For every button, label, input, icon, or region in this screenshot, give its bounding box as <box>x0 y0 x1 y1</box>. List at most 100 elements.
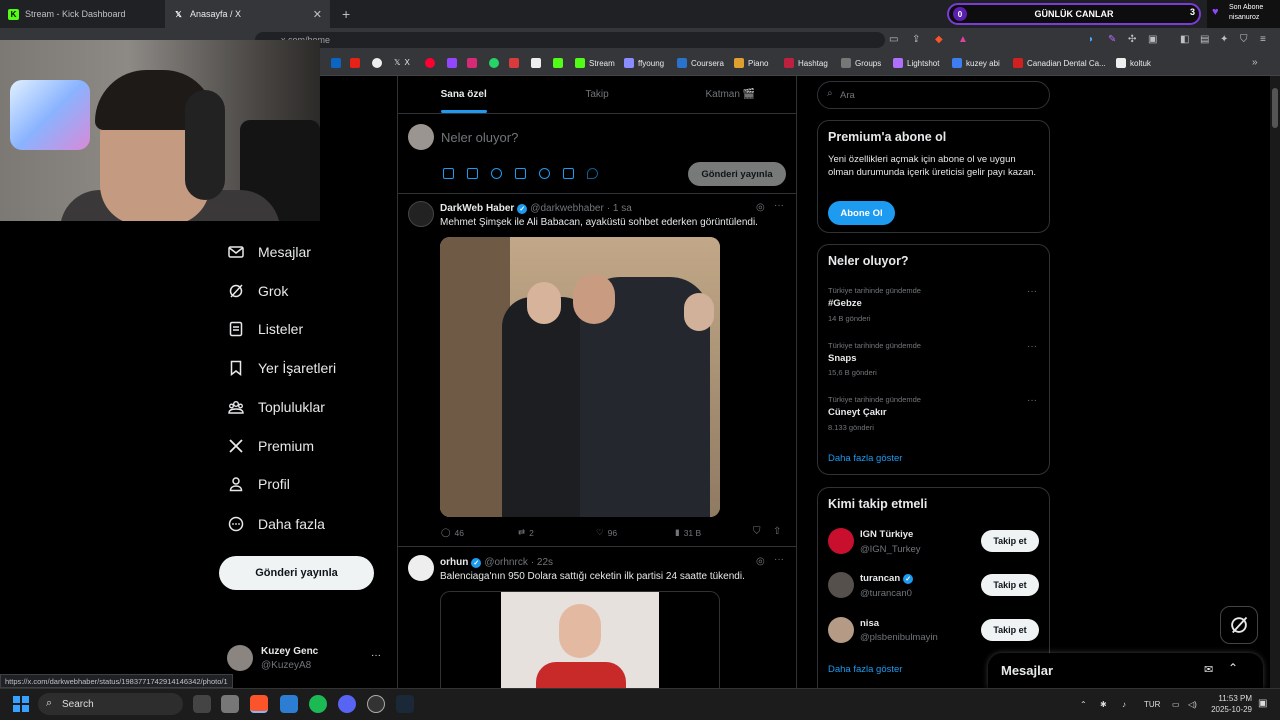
nav-communities[interactable]: Topluluklar <box>228 399 325 415</box>
volume-icon[interactable]: ◁) <box>1188 700 1197 709</box>
menu-icon[interactable]: ≡ <box>1260 34 1266 45</box>
bookmark-kuzey-abi[interactable]: kuzey abi <box>952 58 1000 68</box>
bookmark-post-icon[interactable]: ⛉ <box>753 526 761 537</box>
audio-icon[interactable]: ◗ <box>1088 34 1094 45</box>
sidebar-post-button[interactable]: Gönderi yayınla <box>219 556 374 590</box>
bookmark-groups[interactable]: Groups <box>841 58 881 68</box>
grok-explain-icon[interactable]: ◎ <box>756 202 765 213</box>
post-photo[interactable] <box>440 591 720 688</box>
bookmark-lightshot[interactable]: Lightshot <box>893 58 939 68</box>
install-icon[interactable]: ▭ <box>889 34 898 45</box>
follow-name[interactable]: nisa <box>860 618 879 629</box>
leo-ai-icon[interactable]: ✦ <box>1220 34 1228 45</box>
subscribe-button[interactable]: Abone Ol <box>828 201 895 225</box>
bookmark-whatsapp-icon[interactable] <box>489 58 499 68</box>
sidebar-toggle-icon[interactable]: ◧ <box>1180 34 1189 45</box>
bookmark-canadian-dental[interactable]: Canadian Dental Ca... <box>1013 58 1106 68</box>
scrollbar-thumb[interactable] <box>1272 88 1278 128</box>
nav-premium[interactable]: Premium <box>228 438 314 454</box>
taskbar-search[interactable]: ⌕ Search <box>38 693 183 715</box>
trend-more-icon[interactable]: ··· <box>1027 341 1037 352</box>
notifications-icon[interactable]: ▣ <box>1258 698 1267 709</box>
trend-more-icon[interactable]: ··· <box>1027 286 1037 297</box>
tab-kick-dashboard[interactable]: K Stream - Kick Dashboard <box>0 0 165 28</box>
search-input[interactable]: ⌕ Ara <box>817 81 1050 109</box>
bookmark-coursera[interactable]: Coursera <box>677 58 724 68</box>
nav-messages[interactable]: Mesajlar <box>228 244 311 260</box>
network-icon[interactable]: ▭ <box>1172 700 1180 709</box>
nav-profile[interactable]: Profil <box>228 476 290 492</box>
share-icon[interactable]: ⇪ <box>912 34 920 45</box>
bookmark-tumblr-icon[interactable] <box>509 58 519 68</box>
poll-icon[interactable] <box>515 168 526 179</box>
follow-button[interactable]: Takip et <box>981 530 1039 552</box>
task-view-icon[interactable] <box>193 695 211 713</box>
vpn-shield-icon[interactable]: ⛉ <box>1240 34 1248 45</box>
media-icon[interactable]: ▣ <box>1148 34 1157 45</box>
compose-input[interactable]: Neler oluyor? <box>441 130 518 145</box>
post-more-icon[interactable]: ··· <box>774 200 784 211</box>
extension-pen-icon[interactable]: ✎ <box>1108 34 1116 45</box>
emoji-icon[interactable] <box>539 168 550 179</box>
brave-icon[interactable] <box>250 695 268 713</box>
bookmark-stream[interactable]: Stream <box>575 58 615 68</box>
schedule-icon[interactable] <box>563 168 574 179</box>
file-explorer-icon[interactable] <box>221 695 239 713</box>
follow-avatar[interactable] <box>828 572 854 598</box>
bookmark-twitch-icon[interactable] <box>447 58 457 68</box>
bookmark-netflix-icon[interactable] <box>425 58 435 68</box>
bookmark-youtube-icon[interactable] <box>350 58 360 68</box>
post-photo[interactable] <box>440 237 720 517</box>
microphone-icon[interactable]: ♪ <box>1122 700 1126 709</box>
tray-overflow-icon[interactable]: ⌃ <box>1080 700 1087 709</box>
bookmark-instagram-icon[interactable] <box>467 58 477 68</box>
account-switcher[interactable]: Kuzey Genc @KuzeyA8 ··· <box>227 643 387 675</box>
taskbar-clock[interactable]: 11:53 PM 2025-10-29 <box>1206 693 1252 715</box>
brave-rewards-icon[interactable]: ▲ <box>958 34 968 45</box>
post-author[interactable]: orhun ✓ @orhnrck · 22s <box>440 557 553 568</box>
gif-icon[interactable] <box>467 168 478 179</box>
views-action[interactable]: ▮ 31 B <box>675 527 701 538</box>
compose-post-button[interactable]: Gönderi yayınla <box>688 162 786 186</box>
bookmark-hashtag[interactable]: Hashtag <box>784 58 828 68</box>
follow-show-more[interactable]: Daha fazla göster <box>828 664 902 675</box>
nav-more[interactable]: Daha fazla <box>228 516 325 532</box>
page-scrollbar[interactable] <box>1270 76 1280 688</box>
trends-show-more[interactable]: Daha fazla göster <box>828 453 902 464</box>
nav-grok[interactable]: Grok <box>228 283 288 299</box>
obs-icon[interactable] <box>367 695 385 713</box>
close-tab-icon[interactable]: ✕ <box>313 8 322 21</box>
language-indicator[interactable]: TUR <box>1144 700 1160 709</box>
follow-name[interactable]: turancan ✓ <box>860 573 914 584</box>
spotify-icon[interactable] <box>309 695 327 713</box>
trend-more-icon[interactable]: ··· <box>1027 395 1037 406</box>
messages-dock[interactable]: Mesajlar ✉ ⌃ <box>988 653 1263 688</box>
bookmark-google-icon[interactable] <box>372 58 382 68</box>
post-avatar[interactable] <box>408 555 434 581</box>
location-icon[interactable] <box>587 168 598 179</box>
post-avatar[interactable] <box>408 201 434 227</box>
account-more-icon[interactable]: ··· <box>371 650 381 661</box>
trend-tag[interactable]: #Gebze <box>828 298 862 309</box>
follow-button[interactable]: Takip et <box>981 619 1039 641</box>
expand-icon[interactable]: ⌃ <box>1228 661 1238 675</box>
nav-lists[interactable]: Listeler <box>228 321 303 337</box>
url-bar[interactable]: x.com/home <box>255 32 885 48</box>
steam-icon[interactable] <box>396 695 414 713</box>
bookmark-piano[interactable]: Piano <box>734 58 768 68</box>
discord-icon[interactable] <box>338 695 356 713</box>
follow-name[interactable]: IGN Türkiye <box>860 529 913 540</box>
bookmark-outlook-icon[interactable] <box>331 58 341 68</box>
trend-tag[interactable]: Cüneyt Çakır <box>828 407 887 418</box>
windows-start-icon[interactable] <box>13 696 29 712</box>
brave-shield-icon[interactable]: ◆ <box>935 34 943 45</box>
bookmark-x[interactable]: 𝕏X <box>394 58 410 67</box>
grok-compose-icon[interactable] <box>491 168 502 179</box>
bluetooth-icon[interactable]: ✱ <box>1100 700 1107 709</box>
like-action[interactable]: ♡ 96 <box>596 527 617 538</box>
follow-avatar[interactable] <box>828 528 854 554</box>
trend-tag[interactable]: Snaps <box>828 353 857 364</box>
photos-icon[interactable] <box>280 695 298 713</box>
nav-bookmarks[interactable]: Yer İşaretleri <box>228 360 336 376</box>
wallet-icon[interactable]: ▤ <box>1200 34 1209 45</box>
